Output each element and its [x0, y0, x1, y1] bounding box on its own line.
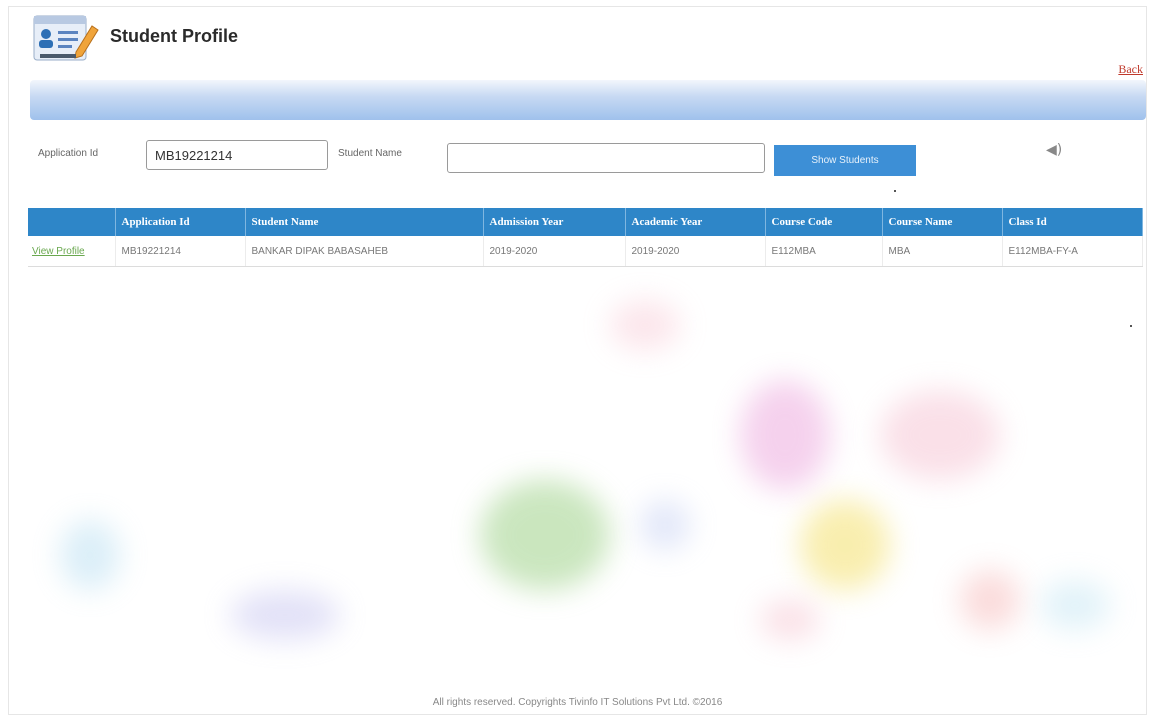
- cell-class-id: E112MBA-FY-A: [1002, 236, 1143, 267]
- students-table: Application Id Student Name Admission Ye…: [28, 208, 1143, 267]
- column-header-class-id: Class Id: [1002, 208, 1143, 236]
- header-banner: [30, 80, 1146, 120]
- student-name-label: Student Name: [338, 148, 402, 159]
- dot-marker: [894, 190, 896, 192]
- view-profile-link[interactable]: View Profile: [28, 236, 116, 267]
- student-name-input[interactable]: [447, 143, 765, 173]
- cell-course-code: E112MBA: [765, 236, 883, 267]
- column-header-application-id: Application Id: [115, 208, 246, 236]
- column-header-course-code: Course Code: [765, 208, 883, 236]
- cell-academic-year: 2019-2020: [625, 236, 766, 267]
- column-header-course-name: Course Name: [882, 208, 1003, 236]
- speaker-icon: ◀): [1046, 142, 1063, 158]
- page-title: Student Profile: [110, 26, 239, 46]
- cell-student-name: BANKAR DIPAK BABASAHEB: [245, 236, 484, 267]
- dot-marker: [1130, 325, 1132, 327]
- column-header-academic-year: Academic Year: [625, 208, 766, 236]
- column-header-student-name: Student Name: [245, 208, 484, 236]
- cell-application-id: MB19221214: [115, 236, 246, 267]
- table-row: View Profile MB19221214 BANKAR DIPAK BAB…: [28, 236, 1143, 267]
- table-header-row: Application Id Student Name Admission Ye…: [28, 208, 1143, 236]
- application-id-label: Application Id: [38, 148, 99, 159]
- profile-edit-icon: [30, 12, 100, 68]
- cell-course-name: MBA: [882, 236, 1003, 267]
- cell-admission-year: 2019-2020: [483, 236, 626, 267]
- footer-copyright: All rights reserved. Copyrights Tivinfo …: [432, 697, 723, 708]
- application-id-input[interactable]: [146, 140, 328, 170]
- column-header-action: [28, 208, 116, 236]
- back-link[interactable]: Back: [1118, 62, 1143, 77]
- column-header-admission-year: Admission Year: [483, 208, 626, 236]
- show-students-button[interactable]: Show Students: [774, 145, 916, 176]
